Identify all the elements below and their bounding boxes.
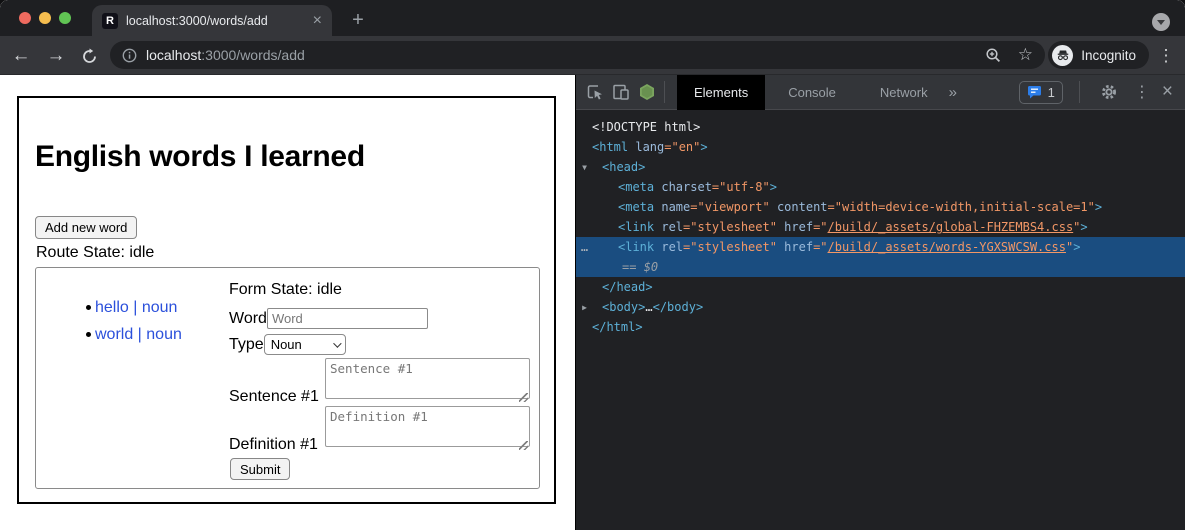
hover-dots-icon[interactable]: …: [577, 240, 592, 254]
form-state-text: Form State: idle: [229, 281, 342, 299]
divider: [1079, 81, 1080, 103]
word-link-hello[interactable]: hello | noun: [95, 299, 177, 316]
incognito-icon: [1052, 45, 1073, 66]
code-text: <meta name="viewport" content="width=dev…: [576, 200, 1102, 214]
incognito-badge: Incognito: [1048, 41, 1149, 69]
devtools-panel: Elements Console Network » 1: [575, 75, 1185, 530]
resize-grip-icon[interactable]: [519, 393, 528, 402]
code-text: <html lang="en">: [576, 140, 708, 154]
node-hexagon-icon: [638, 83, 656, 101]
inspect-cursor-icon: [585, 82, 605, 102]
code-line[interactable]: </head>: [576, 277, 1185, 297]
page-title: English words I learned: [35, 140, 365, 174]
word-input[interactable]: [267, 308, 428, 329]
word-link-world[interactable]: world | noun: [95, 326, 182, 343]
browser-toolbar: ← → localhost:3000/words/add ☆: [0, 36, 1185, 75]
devtools-close-button[interactable]: ×: [1162, 81, 1173, 103]
more-tabs-button[interactable]: »: [941, 84, 965, 101]
tab-close-icon[interactable]: ×: [313, 13, 322, 29]
traffic-light-close[interactable]: [19, 12, 31, 24]
address-bar[interactable]: localhost:3000/words/add ☆: [110, 41, 1045, 69]
type-select[interactable]: Noun: [264, 334, 346, 355]
sentence-textarea[interactable]: [325, 358, 530, 399]
code-text: </head>: [576, 280, 653, 294]
type-label: Type: [229, 336, 264, 354]
incognito-label: Incognito: [1081, 48, 1136, 63]
code-line[interactable]: …<link rel="stylesheet" href="/build/_as…: [576, 237, 1185, 257]
code-line[interactable]: <meta charset="utf-8">: [576, 177, 1185, 197]
issues-counter[interactable]: 1: [1019, 81, 1063, 104]
gear-icon: [1100, 83, 1118, 101]
chevron-down-icon: [333, 339, 341, 347]
definition-label: Definition #1: [229, 436, 325, 454]
add-new-word-button[interactable]: Add new word: [35, 216, 137, 239]
zoom-magnifier-icon[interactable]: [985, 47, 1002, 64]
back-button[interactable]: ←: [8, 43, 34, 69]
code-line[interactable]: <html lang="en">: [576, 137, 1185, 157]
type-select-value: Noun: [271, 337, 302, 352]
code-line[interactable]: <meta name="viewport" content="width=dev…: [576, 197, 1185, 217]
tab-strip: R localhost:3000/words/add × +: [0, 0, 1185, 36]
expand-arrow-icon[interactable]: ▼: [577, 163, 592, 172]
sentence-label: Sentence #1: [229, 388, 325, 406]
browser-menu-button[interactable]: ⋮: [1155, 43, 1177, 69]
code-line[interactable]: <link rel="stylesheet" href="/build/_ass…: [576, 217, 1185, 237]
code-text: <link rel="stylesheet" href="/build/_ass…: [576, 240, 1080, 254]
inspect-element-button[interactable]: [582, 79, 608, 105]
webpage: English words I learned Add new word Rou…: [0, 75, 575, 530]
submit-button[interactable]: Submit: [230, 458, 290, 480]
bookmark-star-icon[interactable]: ☆: [1018, 45, 1033, 65]
devtools-code: <!DOCTYPE html> <html lang="en"> ▼<head> <m…: [576, 110, 1185, 337]
info-icon[interactable]: [122, 48, 137, 63]
forward-button[interactable]: →: [43, 43, 69, 69]
code-text: <!DOCTYPE html>: [576, 120, 700, 134]
route-state-text: Route State: idle: [36, 244, 154, 262]
devtools-menu-button[interactable]: ⋮: [1134, 82, 1150, 102]
code-line[interactable]: == $0: [576, 257, 1185, 277]
tab-elements[interactable]: Elements: [677, 75, 765, 110]
code-text: </html>: [576, 320, 643, 334]
divider: [664, 81, 665, 103]
issues-count: 1: [1048, 85, 1055, 100]
definition-textarea[interactable]: [325, 406, 530, 447]
issues-bubble-icon: [1027, 85, 1042, 99]
traffic-light-fullscreen[interactable]: [59, 12, 71, 24]
words-panel: hello | noun world | noun Form State: id…: [35, 267, 540, 489]
list-item: hello | noun: [36, 294, 182, 321]
browser-tab[interactable]: R localhost:3000/words/add ×: [92, 5, 332, 36]
code-text: == $0: [576, 260, 658, 274]
device-toolbar-icon: [611, 82, 631, 102]
word-list: hello | noun world | noun: [36, 294, 182, 348]
tab-title: localhost:3000/words/add: [126, 14, 307, 28]
traffic-light-minimize[interactable]: [39, 12, 51, 24]
code-text: <body>…</body>: [576, 300, 703, 314]
devtools-toolbar: Elements Console Network » 1: [576, 75, 1185, 110]
tab-console[interactable]: Console: [775, 75, 849, 110]
code-line[interactable]: ▶<body>…</body>: [576, 297, 1185, 317]
word-label: Word: [229, 310, 267, 328]
code-text: <meta charset="utf-8">: [576, 180, 777, 194]
code-text: <link rel="stylesheet" href="/build/_ass…: [576, 220, 1088, 234]
settings-button[interactable]: [1096, 79, 1122, 105]
node-extension-button[interactable]: [634, 79, 660, 105]
device-toolbar-button[interactable]: [608, 79, 634, 105]
profile-chevron-icon[interactable]: [1152, 13, 1170, 31]
reload-button[interactable]: [76, 43, 102, 69]
code-line[interactable]: <!DOCTYPE html>: [576, 117, 1185, 137]
remix-favicon-icon: R: [102, 13, 118, 29]
tab-network[interactable]: Network: [867, 75, 941, 110]
content-area: English words I learned Add new word Rou…: [0, 75, 1185, 530]
url-text: localhost:3000/words/add: [146, 47, 305, 63]
app-container: English words I learned Add new word Rou…: [17, 96, 556, 504]
code-line[interactable]: ▼<head>: [576, 157, 1185, 177]
chevron-down-icon: [1157, 20, 1165, 25]
code-line[interactable]: </html>: [576, 317, 1185, 337]
browser-window: R localhost:3000/words/add × + ← → local…: [0, 0, 1185, 530]
resize-grip-icon[interactable]: [519, 441, 528, 450]
reload-icon: [81, 48, 98, 65]
expand-arrow-icon[interactable]: ▶: [577, 303, 592, 312]
list-item: world | noun: [36, 321, 182, 348]
new-tab-button[interactable]: +: [345, 7, 371, 33]
